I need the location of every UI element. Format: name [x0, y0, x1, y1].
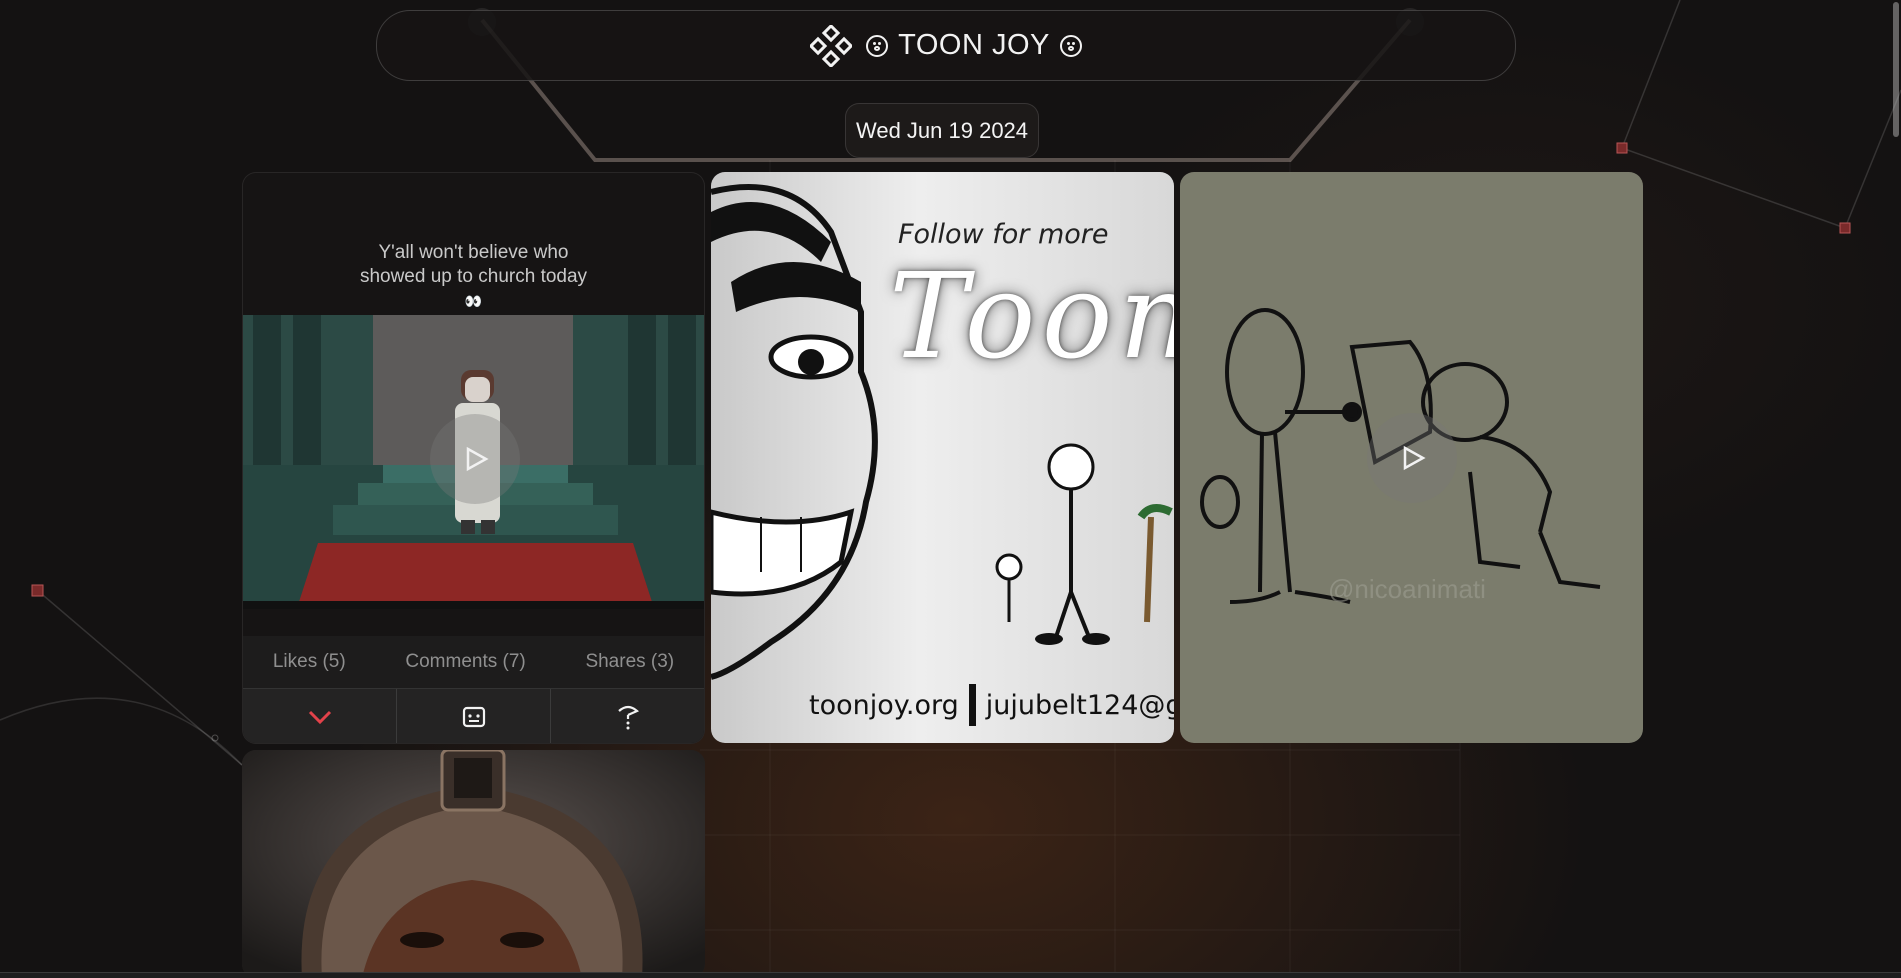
post-stats: Likes (5) Comments (7) Shares (3) [243, 636, 704, 688]
share-button[interactable] [551, 689, 704, 743]
caption-line: showed up to church today [359, 266, 588, 287]
astonished-face-icon [1059, 34, 1082, 57]
comments-count[interactable]: Comments (7) [405, 651, 525, 673]
email-text: jujubelt124@gma [985, 689, 1174, 721]
divider-bar [968, 684, 976, 726]
comment-button[interactable] [397, 689, 551, 743]
eyes-icon: 👀 [464, 293, 483, 309]
app-header: TOON JOY [376, 10, 1516, 81]
brand-title-row: TOON JOY [866, 29, 1082, 62]
toon-joy-script-title: Toon J [889, 247, 1174, 385]
post-card-image[interactable]: Follow for more Toon J toonjoy.org jujub… [711, 172, 1174, 743]
share-icon [617, 705, 639, 730]
chevron-down-icon [308, 710, 331, 725]
play-icon [466, 446, 489, 472]
play-icon [1403, 445, 1426, 471]
astonished-face-icon [866, 34, 889, 57]
chat-bubble-icon [462, 706, 485, 728]
helmet-portrait-image [242, 750, 705, 978]
date-pill: Wed Jun 19 2024 [845, 103, 1039, 158]
contact-line: toonjoy.org jujubelt124@gma [809, 684, 1174, 726]
post-actions [243, 688, 704, 743]
bottom-edge-strip [0, 972, 1901, 978]
likes-count[interactable]: Likes (5) [273, 651, 346, 673]
post-card-image[interactable] [242, 750, 705, 978]
follow-text: Follow for more [898, 219, 1109, 250]
shares-count[interactable]: Shares (3) [585, 651, 674, 673]
website-text: toonjoy.org [809, 689, 959, 721]
post-card-video[interactable]: Y'all won't believe who showed up to chu… [242, 172, 705, 744]
play-button[interactable] [430, 414, 520, 504]
four-diamonds-icon[interactable] [810, 24, 853, 67]
caption-line: Y'all won't believe who [378, 242, 569, 263]
post-caption: Y'all won't believe who showed up to chu… [243, 241, 704, 313]
watermark-text: @nicoanimati [1328, 574, 1486, 604]
play-button[interactable] [1367, 413, 1457, 503]
brand-title: TOON JOY [898, 29, 1050, 61]
like-button[interactable] [243, 689, 397, 743]
page-scrollbar[interactable] [1893, 2, 1899, 137]
post-card-video[interactable]: @nicoanimati [1180, 172, 1643, 743]
app-stage: TOON JOY Wed Jun 19 2024 Y'all won't bel… [0, 0, 1901, 978]
